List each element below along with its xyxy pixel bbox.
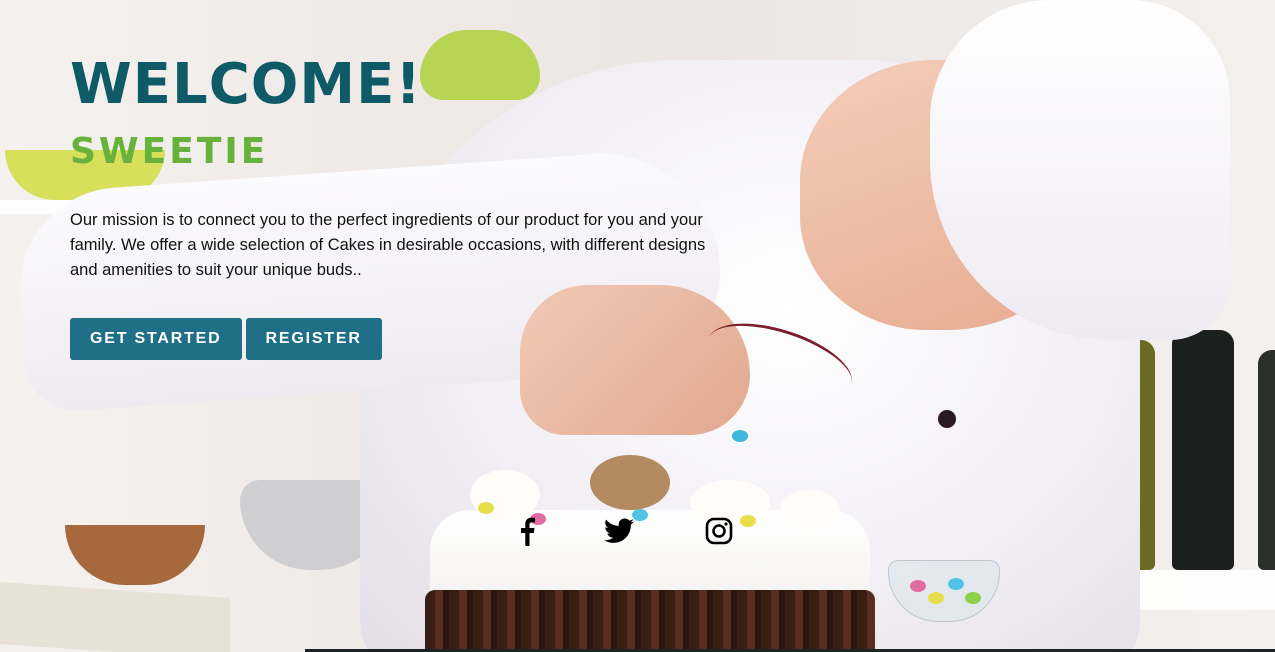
twitter-link[interactable] [604, 516, 634, 546]
background-bottle [1172, 330, 1234, 570]
candy [965, 592, 981, 604]
instagram-icon [705, 517, 733, 545]
cake-cream [780, 490, 840, 530]
candy [740, 515, 756, 527]
hero-content: WELCOME! SWEETIE Our mission is to conne… [70, 52, 730, 283]
hero-buttons: GET STARTED REGISTER [70, 318, 382, 360]
candy [632, 509, 648, 521]
candy [928, 592, 944, 604]
hero-section: WELCOME! SWEETIE Our mission is to conne… [0, 0, 1275, 652]
facebook-link[interactable] [512, 516, 542, 546]
register-button[interactable]: REGISTER [245, 318, 382, 360]
cake-cream [590, 455, 670, 510]
candy [948, 578, 964, 590]
facebook-icon [521, 517, 535, 546]
mission-text: Our mission is to connect you to the per… [70, 211, 706, 279]
candy [910, 580, 926, 592]
jacket-button [938, 410, 956, 428]
instagram-link[interactable] [704, 516, 734, 546]
welcome-title: WELCOME! [70, 52, 422, 117]
background-bottle [1258, 350, 1275, 570]
twitter-icon [604, 518, 634, 543]
cake-chocolate-base [425, 590, 875, 652]
background-book [0, 581, 230, 652]
candy [478, 502, 494, 514]
background-bowl [65, 525, 205, 585]
brand-subtitle: SWEETIE [70, 131, 269, 172]
candy [732, 430, 748, 442]
get-started-button[interactable]: GET STARTED [70, 318, 242, 360]
